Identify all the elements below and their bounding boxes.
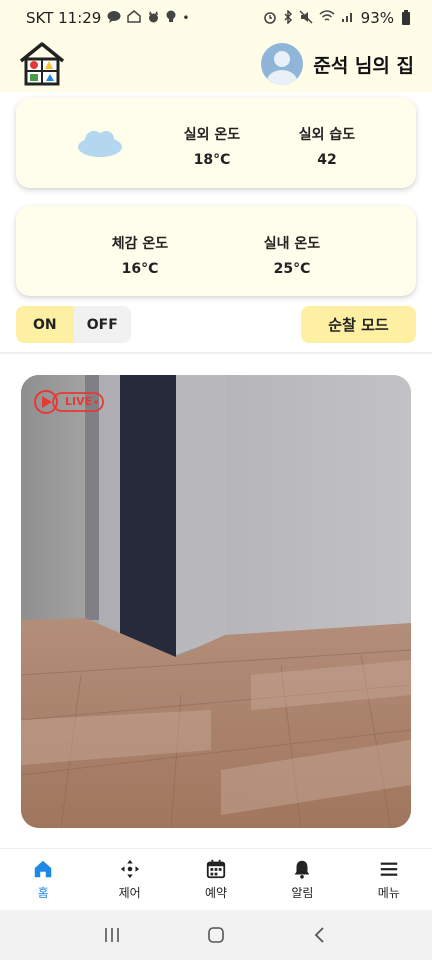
battery-percent: 93%	[360, 9, 394, 27]
nav-schedule-label: 예약	[204, 886, 228, 900]
outdoor-humidity-label: 실외 습도	[298, 127, 356, 143]
cat-icon	[147, 10, 160, 26]
status-bar: SKT 11:29 • 93%	[0, 0, 432, 36]
nav-alerts[interactable]: 알림	[259, 849, 345, 910]
nav-control-label: 제어	[118, 886, 141, 900]
live-label: LIVE	[65, 395, 93, 408]
outdoor-humidity-stat: 실외 습도 42	[277, 124, 377, 168]
calendar-icon	[206, 859, 226, 879]
cloud-icon	[76, 128, 124, 158]
alarm-icon	[263, 10, 277, 27]
indoor-temp-stat: 실내 온도 25°C	[242, 233, 342, 277]
divider	[0, 352, 432, 355]
weather-card: 실외 온도 18°C 실외 습도 42	[16, 98, 416, 188]
indoor-temp-label: 실내 온도	[263, 236, 321, 252]
battery-icon	[402, 9, 410, 25]
nav-alerts-label: 알림	[291, 886, 314, 900]
app-header: 준석 님의 집	[0, 36, 432, 92]
outdoor-humidity-value: 42	[317, 152, 337, 168]
nav-schedule[interactable]: 예약	[173, 849, 259, 910]
app-logo[interactable]	[18, 41, 66, 87]
off-button[interactable]: OFF	[74, 306, 132, 343]
bluetooth-icon	[283, 8, 293, 27]
feels-like-label: 체감 온도	[111, 236, 169, 252]
outdoor-temp-label: 실외 온도	[183, 127, 241, 143]
outdoor-temp-stat: 실외 온도 18°C	[162, 124, 262, 168]
user-profile[interactable]: 준석 님의 집	[261, 43, 414, 85]
power-toggle[interactable]: ON OFF	[16, 306, 131, 343]
bell-icon	[295, 860, 310, 879]
talk-icon	[107, 10, 121, 26]
patrol-mode-button[interactable]: 순찰 모드	[301, 306, 416, 343]
status-left: SKT 11:29 •	[26, 9, 189, 27]
carrier-time: SKT 11:29	[26, 9, 102, 27]
wifi-icon	[319, 10, 335, 26]
mute-icon	[299, 9, 313, 27]
home-icon	[34, 860, 52, 878]
feels-like-stat: 체감 온도 16°C	[90, 233, 190, 277]
temperature-card: 체감 온도 16°C 실내 온도 25°C	[16, 206, 416, 296]
nav-menu-label: 메뉴	[377, 886, 400, 900]
back-icon[interactable]	[310, 926, 330, 944]
system-nav-bar	[0, 910, 432, 960]
user-home-title: 준석 님의 집	[313, 54, 414, 77]
camera-view[interactable]: LIVE	[21, 375, 411, 828]
bulb-icon	[166, 10, 176, 26]
nav-control[interactable]: 제어	[86, 849, 172, 910]
camera-feed	[21, 375, 411, 828]
home-app-icon	[127, 10, 142, 26]
signal-icon	[341, 10, 355, 26]
dot-icon: •	[182, 11, 190, 25]
nav-menu[interactable]: 메뉴	[346, 849, 432, 910]
indoor-temp-value: 25°C	[273, 261, 311, 277]
on-button[interactable]: ON	[16, 306, 74, 343]
nav-home-label: 홈	[37, 886, 49, 900]
home-button-icon[interactable]	[206, 926, 226, 944]
feels-like-value: 16°C	[121, 261, 159, 277]
recent-apps-icon[interactable]	[102, 926, 122, 944]
avatar[interactable]	[261, 43, 304, 85]
live-badge: LIVE	[33, 389, 105, 415]
nav-home[interactable]: 홈	[0, 849, 86, 910]
outdoor-temp-value: 18°C	[193, 152, 231, 168]
menu-icon	[380, 862, 398, 876]
status-right: 93%	[263, 8, 410, 27]
dpad-icon	[120, 859, 139, 879]
bottom-nav: 홈 제어 예약 알림 메뉴	[0, 848, 432, 910]
